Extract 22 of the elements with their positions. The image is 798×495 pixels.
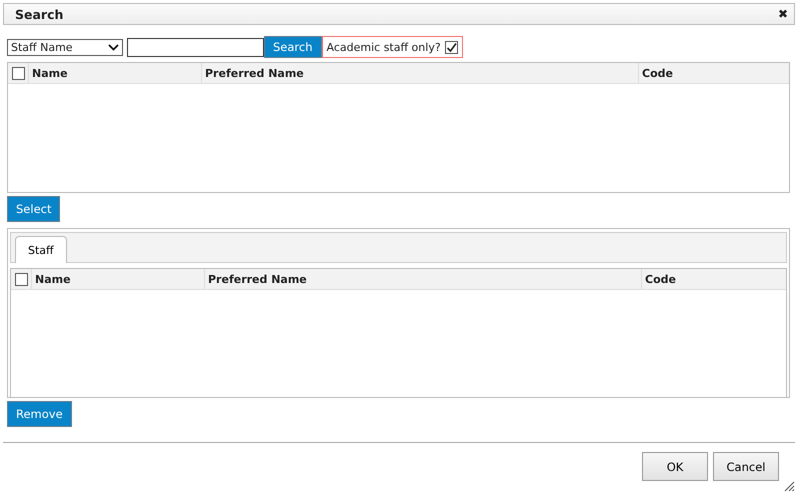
checkbox-label: Academic staff only? — [326, 40, 441, 54]
checkbox[interactable] — [444, 40, 458, 54]
column-header: Code — [638, 63, 789, 83]
column-header: Preferred Name — [201, 63, 638, 83]
chevron-icon — [108, 44, 119, 50]
search-button[interactable]: Search — [264, 36, 322, 58]
field-dropdown[interactable]: Staff Name — [7, 38, 123, 56]
column-header: Name — [31, 269, 204, 289]
checkbox[interactable] — [14, 272, 28, 286]
close-button[interactable]: ✖ — [778, 7, 788, 21]
search-field[interactable] — [127, 38, 264, 56]
resize-grip-icon[interactable] — [784, 481, 795, 492]
select-button[interactable]: Select — [7, 196, 60, 222]
column-header: Preferred Name — [204, 269, 641, 289]
tab[interactable]: Staff — [15, 236, 67, 263]
column-header: Name — [28, 63, 201, 83]
dialog-button[interactable]: OK — [642, 452, 708, 481]
remove-button[interactable]: Remove — [7, 401, 72, 427]
column-header: Code — [641, 269, 786, 289]
window-title: Search — [15, 6, 64, 22]
checkbox[interactable] — [12, 66, 24, 80]
dialog-button[interactable]: Cancel — [713, 452, 779, 481]
